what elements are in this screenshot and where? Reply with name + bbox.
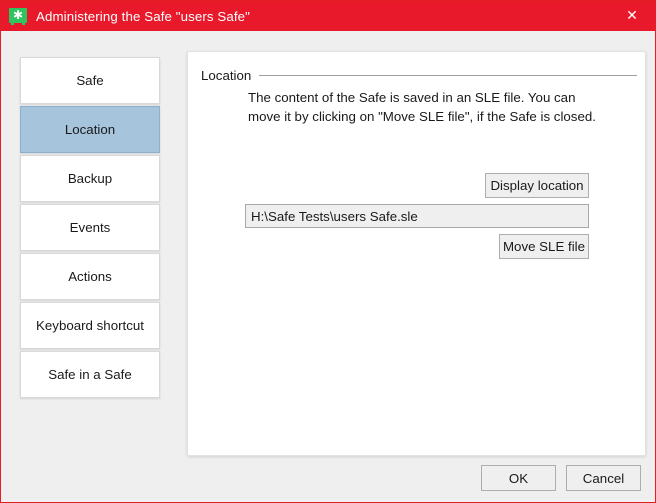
safe-icon: ✱ [9,7,27,25]
button-label: OK [509,471,528,486]
sidebar-item-backup[interactable]: Backup [20,155,160,202]
footer-button-bar: OK Cancel [1,465,655,495]
sidebar-item-label: Events [70,220,111,235]
description-text: The content of the Safe is saved in an S… [248,88,600,126]
close-icon[interactable]: ✕ [609,1,655,31]
sidebar-item-label: Actions [68,269,112,284]
ok-button[interactable]: OK [481,465,556,491]
sidebar-item-safe-in-a-safe[interactable]: Safe in a Safe [20,351,160,398]
group-box-header: Location [201,66,637,84]
sle-path-field[interactable]: H:\Safe Tests\users Safe.sle [245,204,589,228]
sidebar-item-events[interactable]: Events [20,204,160,251]
group-box-title: Location [201,68,259,83]
sidebar-item-label: Keyboard shortcut [36,318,144,333]
sidebar-item-label: Safe [76,73,103,88]
content-panel: Location The content of the Safe is save… [187,51,646,456]
sidebar-item-location[interactable]: Location [20,106,160,153]
dialog-window: ✱ Administering the Safe "users Safe" ✕ … [0,0,656,503]
button-label: Display location [490,178,583,193]
sidebar-item-actions[interactable]: Actions [20,253,160,300]
sidebar-item-keyboard-shortcut[interactable]: Keyboard shortcut [20,302,160,349]
sidebar-item-safe[interactable]: Safe [20,57,160,104]
sle-path-value: H:\Safe Tests\users Safe.sle [251,209,418,224]
button-label: Move SLE file [503,239,585,254]
cancel-button[interactable]: Cancel [566,465,641,491]
move-sle-file-button[interactable]: Move SLE file [499,234,589,259]
button-label: Cancel [583,471,624,486]
display-location-button[interactable]: Display location [485,173,589,198]
title-bar: ✱ Administering the Safe "users Safe" ✕ [1,1,655,31]
sidebar: Safe Location Backup Events Actions Keyb… [20,57,160,400]
sidebar-item-label: Backup [68,171,112,186]
group-box-rule [259,75,637,76]
sidebar-item-label: Safe in a Safe [48,367,132,382]
sidebar-item-label: Location [65,122,115,137]
window-title: Administering the Safe "users Safe" [36,9,250,24]
